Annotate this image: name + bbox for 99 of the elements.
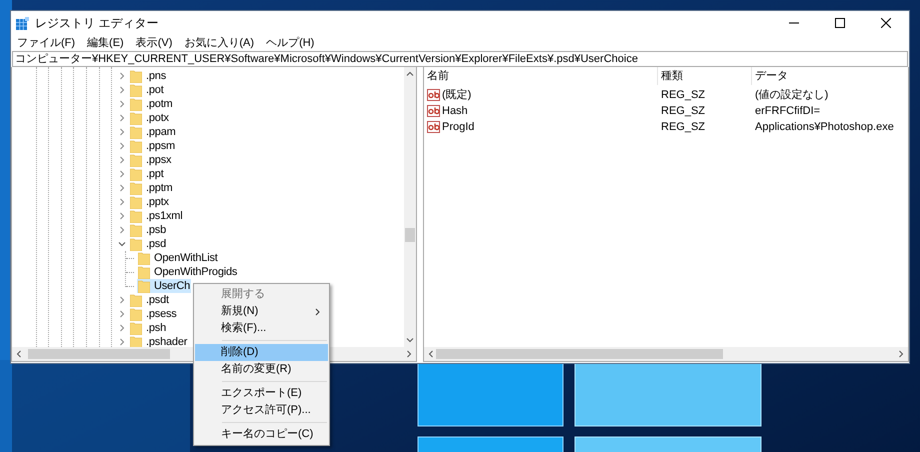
chevron-icon[interactable] bbox=[118, 128, 126, 136]
column-header[interactable]: データ bbox=[752, 67, 908, 85]
menu-item[interactable]: 新規(N) bbox=[195, 303, 328, 320]
tree-item[interactable]: .ppt bbox=[129, 167, 165, 181]
scroll-down-icon[interactable] bbox=[406, 337, 414, 343]
tree-item[interactable]: .potm bbox=[129, 97, 174, 111]
chevron-icon[interactable] bbox=[118, 338, 126, 346]
table-cell-text: Applications¥Photoshop.exe bbox=[754, 120, 894, 135]
tree-item[interactable]: UserCh bbox=[137, 279, 192, 293]
table-cell-text: REG_SZ bbox=[660, 104, 706, 119]
folder-icon bbox=[138, 252, 150, 264]
table-cell-text: ProgId bbox=[442, 120, 474, 135]
tree-item[interactable]: .ppsx bbox=[129, 153, 172, 167]
menu-item[interactable]: 編集(E) bbox=[86, 34, 125, 52]
folder-icon bbox=[130, 154, 142, 166]
scroll-thumb[interactable] bbox=[405, 228, 415, 242]
scroll-thumb[interactable] bbox=[28, 349, 170, 359]
chevron-icon[interactable] bbox=[118, 212, 126, 220]
tree-item[interactable]: .ps1xml bbox=[129, 209, 184, 223]
chevron-icon[interactable] bbox=[118, 114, 126, 122]
folder-icon bbox=[130, 182, 142, 194]
tree-item[interactable]: OpenWithProgids bbox=[137, 265, 238, 279]
tree-item[interactable]: .psb bbox=[129, 223, 167, 237]
folder-icon bbox=[130, 322, 142, 334]
chevron-icon[interactable] bbox=[118, 198, 126, 206]
menu-item[interactable]: 表示(V) bbox=[134, 34, 174, 52]
scroll-thumb[interactable] bbox=[436, 349, 723, 359]
tree-item[interactable]: .pns bbox=[129, 69, 167, 83]
tree-item[interactable]: .ppsm bbox=[129, 139, 176, 153]
tree-item[interactable]: .psess bbox=[129, 307, 178, 321]
string-value-icon bbox=[427, 89, 440, 101]
chevron-icon[interactable] bbox=[118, 226, 126, 234]
folder-icon bbox=[130, 294, 142, 306]
tree-item[interactable]: .psdt bbox=[129, 293, 170, 307]
menu-item[interactable]: 名前の変更(R) bbox=[195, 361, 328, 378]
menu-item[interactable]: 削除(D) bbox=[195, 344, 328, 361]
chevron-icon[interactable] bbox=[118, 296, 126, 304]
chevron-icon[interactable] bbox=[118, 184, 126, 192]
folder-icon bbox=[130, 84, 142, 96]
table-cell-text: erFRFCfifDI= bbox=[754, 104, 820, 119]
folder-icon bbox=[138, 266, 150, 278]
folder-icon bbox=[130, 126, 142, 138]
table-cell-text: Hash bbox=[442, 104, 468, 119]
menu-item[interactable]: アクセス許可(P)... bbox=[195, 402, 328, 419]
chevron-icon[interactable] bbox=[118, 142, 126, 150]
vertical-scrollbar[interactable] bbox=[404, 67, 416, 347]
close-icon bbox=[881, 18, 891, 28]
scroll-left-icon[interactable] bbox=[428, 350, 434, 358]
tree-item[interactable]: .potx bbox=[129, 111, 170, 125]
folder-icon bbox=[130, 140, 142, 152]
chevron-icon[interactable] bbox=[118, 324, 126, 332]
folder-icon bbox=[138, 280, 150, 292]
scroll-up-icon[interactable] bbox=[406, 71, 414, 77]
tree-item[interactable]: .pptx bbox=[129, 195, 170, 209]
registry-icon bbox=[16, 16, 29, 30]
address-bar[interactable]: コンピューター¥HKEY_CURRENT_USER¥Software¥Microsoft¥Windows¥CurrentVersion¥Explorer¥FileExts¥.psd¥UserChoice bbox=[12, 51, 908, 67]
scroll-right-icon[interactable] bbox=[898, 350, 904, 358]
tree-item[interactable]: .pshader bbox=[129, 335, 188, 347]
menu-item[interactable]: 検索(F)... bbox=[195, 320, 328, 337]
menu-item[interactable]: ファイル(F) bbox=[16, 34, 76, 52]
tree-item[interactable]: .pptm bbox=[129, 181, 174, 195]
table-cell-text: REG_SZ bbox=[660, 88, 706, 103]
chevron-icon[interactable] bbox=[118, 100, 126, 108]
folder-icon bbox=[130, 112, 142, 124]
string-value-icon bbox=[427, 105, 440, 117]
maximize-icon bbox=[835, 18, 845, 28]
menu-item[interactable]: キー名のコピー(C) bbox=[195, 426, 328, 443]
folder-icon bbox=[130, 70, 142, 82]
window-title: レジストリ エディター bbox=[35, 15, 158, 32]
column-header[interactable]: 名前 bbox=[424, 67, 658, 85]
table-cell-text: REG_SZ bbox=[660, 120, 706, 135]
table-cell-text: (値の設定なし) bbox=[754, 88, 828, 103]
tree-item[interactable]: .psd bbox=[129, 237, 167, 251]
tree-item[interactable]: .psh bbox=[129, 321, 167, 335]
chevron-icon[interactable] bbox=[118, 240, 126, 248]
scroll-left-icon[interactable] bbox=[16, 350, 22, 358]
table-cell-text: (既定) bbox=[442, 88, 472, 103]
tree-item[interactable]: .ppam bbox=[129, 125, 177, 139]
tree-item[interactable]: OpenWithList bbox=[137, 251, 219, 265]
string-value-icon bbox=[427, 121, 440, 133]
chevron-icon[interactable] bbox=[118, 170, 126, 178]
folder-icon bbox=[130, 98, 142, 110]
chevron-icon[interactable] bbox=[118, 86, 126, 94]
tree-item[interactable]: .pot bbox=[129, 83, 165, 97]
folder-icon bbox=[130, 168, 142, 180]
menu-item[interactable]: お気に入り(A) bbox=[183, 34, 256, 52]
folder-icon bbox=[130, 196, 142, 208]
chevron-icon[interactable] bbox=[118, 156, 126, 164]
folder-icon bbox=[130, 224, 142, 236]
column-header[interactable]: 種類 bbox=[658, 67, 752, 85]
folder-icon bbox=[130, 308, 142, 320]
menu-item[interactable]: エクスポート(E) bbox=[195, 385, 328, 402]
scroll-right-icon[interactable] bbox=[406, 350, 412, 358]
folder-icon bbox=[130, 210, 142, 222]
folder-icon bbox=[130, 238, 142, 250]
chevron-icon[interactable] bbox=[118, 310, 126, 318]
chevron-icon[interactable] bbox=[118, 72, 126, 80]
horizontal-scrollbar[interactable] bbox=[424, 347, 908, 361]
menu-item[interactable]: ヘルプ(H) bbox=[265, 34, 316, 52]
